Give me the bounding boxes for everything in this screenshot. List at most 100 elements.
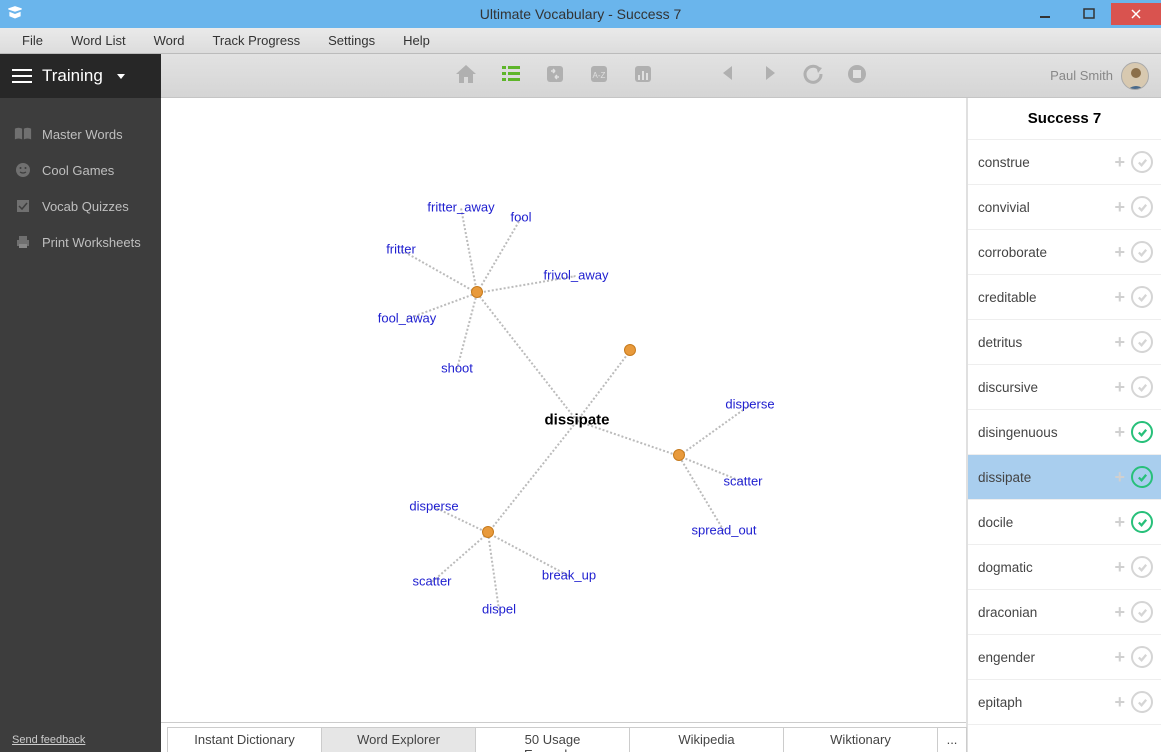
graph-leaf-label[interactable]: disperse (409, 499, 458, 514)
check-icon[interactable] (1131, 421, 1153, 443)
az-icon[interactable]: A-Z (588, 63, 610, 88)
swap-icon[interactable] (544, 63, 566, 88)
word-graph-canvas[interactable]: fritter_awayfool fritter frivol_away fool_a… (161, 98, 966, 722)
smile-icon (14, 162, 32, 178)
tab-word-explorer[interactable]: Word Explorer (321, 727, 476, 752)
tab-wikipedia[interactable]: Wikipedia (629, 727, 784, 752)
graph-leaf-label[interactable]: fritter (386, 242, 416, 257)
tab-instant-dictionary[interactable]: Instant Dictionary (167, 727, 322, 752)
menu-help[interactable]: Help (403, 33, 430, 48)
toolbar: A-Z Paul Smith (161, 54, 1161, 98)
word-item[interactable]: docile+ (968, 500, 1161, 545)
plus-icon[interactable]: + (1114, 197, 1125, 218)
word-item-label: dogmatic (978, 560, 1033, 575)
plus-icon[interactable]: + (1114, 152, 1125, 173)
maximize-button[interactable] (1067, 3, 1111, 25)
plus-icon[interactable]: + (1114, 332, 1125, 353)
check-icon[interactable] (1131, 376, 1153, 398)
svg-text:A-Z: A-Z (593, 71, 606, 80)
graph-leaf-label[interactable]: scatter (412, 574, 451, 589)
graph-leaf-label[interactable]: shoot (441, 361, 473, 376)
menu-settings[interactable]: Settings (328, 33, 375, 48)
graph-center-label[interactable]: dissipate (544, 412, 609, 429)
plus-icon[interactable]: + (1114, 647, 1125, 668)
tab-usage-examples[interactable]: 50 Usage Examples (475, 727, 630, 752)
graph-leaf-label[interactable]: break_up (542, 568, 596, 583)
tab-more[interactable]: ... (937, 727, 967, 752)
minimize-button[interactable] (1023, 3, 1067, 25)
word-item[interactable]: disingenuous + (968, 410, 1161, 455)
graph-leaf-label[interactable]: fool_away (378, 311, 437, 326)
plus-icon[interactable]: + (1114, 557, 1125, 578)
graph-leaf-label[interactable]: dispel (482, 602, 516, 617)
graph-leaf-label[interactable]: scatter (723, 474, 762, 489)
stop-icon[interactable] (846, 63, 868, 88)
word-item[interactable]: convivial+ (968, 185, 1161, 230)
graph-node-dot[interactable] (471, 286, 483, 298)
check-icon[interactable] (1131, 196, 1153, 218)
check-icon[interactable] (1131, 286, 1153, 308)
plus-icon[interactable]: + (1114, 242, 1125, 263)
word-item[interactable]: creditable+ (968, 275, 1161, 320)
graph-node-dot[interactable] (624, 344, 636, 356)
check-icon[interactable] (1131, 151, 1153, 173)
list-icon[interactable] (500, 63, 522, 88)
plus-icon[interactable]: + (1114, 377, 1125, 398)
graph-node-dot[interactable] (673, 449, 685, 461)
menu-file[interactable]: File (22, 33, 43, 48)
check-icon[interactable] (1131, 241, 1153, 263)
graph-leaf-label[interactable]: spread_out (691, 523, 756, 538)
menu-wordlist[interactable]: Word List (71, 33, 126, 48)
word-item[interactable]: epitaph+ (968, 680, 1161, 725)
menu-word[interactable]: Word (154, 33, 185, 48)
plus-icon[interactable]: + (1114, 422, 1125, 443)
word-item[interactable]: corroborate+ (968, 230, 1161, 275)
graph-edge (487, 420, 578, 533)
sidebar-item-cool-games[interactable]: Cool Games (0, 152, 161, 188)
word-item-label: disingenuous (978, 425, 1058, 440)
bottom-tabs: Instant Dictionary Word Explorer 50 Usag… (161, 722, 966, 752)
chart-icon[interactable] (632, 63, 654, 88)
book-icon (14, 126, 32, 142)
tab-wiktionary[interactable]: Wiktionary (783, 727, 938, 752)
user-area[interactable]: Paul Smith (1050, 62, 1149, 90)
word-item[interactable]: construe+ (968, 140, 1161, 185)
menu-track[interactable]: Track Progress (212, 33, 300, 48)
refresh-icon[interactable] (802, 63, 824, 88)
close-button[interactable] (1111, 3, 1161, 25)
window-title: Ultimate Vocabulary - Success 7 (480, 6, 682, 22)
sidebar-item-master-words[interactable]: Master Words (0, 116, 161, 152)
plus-icon[interactable]: + (1114, 512, 1125, 533)
plus-icon[interactable]: + (1114, 287, 1125, 308)
graph-node-dot[interactable] (482, 526, 494, 538)
sidebar-item-print-worksheets[interactable]: Print Worksheets (0, 224, 161, 260)
check-icon[interactable] (1131, 601, 1153, 623)
next-icon[interactable] (760, 63, 780, 88)
hamburger-icon (12, 69, 32, 83)
word-item[interactable]: discursive+ (968, 365, 1161, 410)
check-icon[interactable] (1131, 466, 1153, 488)
graph-leaf-label[interactable]: disperse (725, 397, 774, 412)
graph-edge (456, 293, 478, 369)
plus-icon[interactable]: + (1114, 602, 1125, 623)
graph-leaf-label[interactable]: fritter_away (427, 200, 494, 215)
home-icon[interactable] (454, 63, 478, 88)
plus-icon[interactable]: + (1114, 467, 1125, 488)
sidebar-header[interactable]: Training (0, 54, 161, 98)
check-icon[interactable] (1131, 331, 1153, 353)
plus-icon[interactable]: + (1114, 692, 1125, 713)
check-icon[interactable] (1131, 556, 1153, 578)
word-item[interactable]: detritus+ (968, 320, 1161, 365)
graph-leaf-label[interactable]: frivol_away (543, 268, 608, 283)
check-icon[interactable] (1131, 691, 1153, 713)
graph-leaf-label[interactable]: fool (511, 210, 532, 225)
sidebar-item-vocab-quizzes[interactable]: Vocab Quizzes (0, 188, 161, 224)
check-icon[interactable] (1131, 511, 1153, 533)
word-item[interactable]: engender+ (968, 635, 1161, 680)
check-icon[interactable] (1131, 646, 1153, 668)
word-item[interactable]: dogmatic + (968, 545, 1161, 590)
word-item[interactable]: draconian+ (968, 590, 1161, 635)
prev-icon[interactable] (718, 63, 738, 88)
word-item[interactable]: dissipate+ (968, 455, 1161, 500)
send-feedback-link[interactable]: Send feedback (12, 734, 149, 746)
